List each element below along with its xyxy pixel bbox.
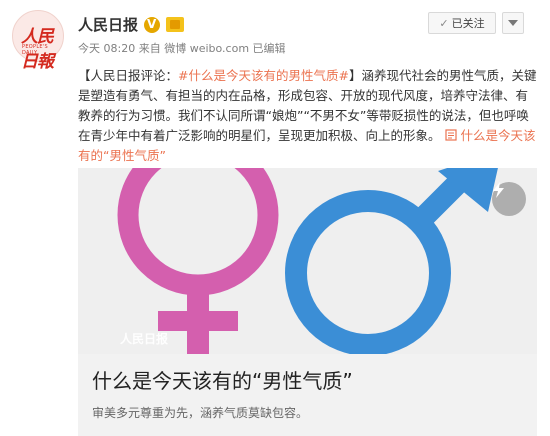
bracket-close: 】 bbox=[348, 68, 362, 83]
check-icon: ✓ bbox=[439, 16, 449, 30]
article-card-title[interactable]: 什么是今天该有的“男性气质” bbox=[92, 365, 353, 394]
lightning-share-icon bbox=[493, 182, 504, 198]
article-card-image[interactable]: 人民日报 bbox=[78, 168, 537, 354]
edited-label: 已编辑 bbox=[252, 42, 286, 55]
article-card-description: 审美多元尊重为先，涵养气质莫缺包容。 bbox=[92, 406, 309, 420]
post-text: 【人民日报评论：#什么是今天该有的男性气质#】涵养现代社会的男性气质，关键是塑造… bbox=[78, 66, 538, 166]
avatar[interactable]: 人民日報 PEOPLE'S DAILY bbox=[12, 10, 64, 72]
image-watermark: 人民日报 bbox=[120, 332, 169, 346]
author-row: 人民日报 bbox=[78, 14, 185, 35]
chevron-down-icon bbox=[508, 20, 518, 26]
follow-label: 已关注 bbox=[451, 17, 485, 30]
bracket-open: 【 bbox=[78, 68, 91, 83]
avatar-logo-subtext: PEOPLE'S DAILY bbox=[22, 44, 49, 56]
post-meta: 今天 08:20 来自 微博 weibo.com 已编辑 bbox=[78, 40, 286, 56]
author-name[interactable]: 人民日报 bbox=[78, 14, 138, 35]
article-link-icon bbox=[444, 129, 457, 141]
post-time[interactable]: 今天 08:20 bbox=[78, 42, 135, 55]
post-source[interactable]: 微博 weibo.com bbox=[164, 42, 249, 55]
hashtag-link[interactable]: #什么是今天该有的男性气质# bbox=[178, 68, 349, 83]
source-prefix: 来自 bbox=[138, 42, 161, 55]
share-button[interactable] bbox=[492, 182, 526, 216]
verified-icon bbox=[144, 16, 161, 33]
more-options-button[interactable] bbox=[502, 12, 524, 34]
member-badge-icon[interactable] bbox=[166, 17, 185, 32]
post-prefix: 人民日报评论： bbox=[90, 68, 179, 83]
article-card[interactable]: 人民日报 什么是今天该有的“男性气质” 审美多元尊重为先，涵养气质莫缺包容。 bbox=[78, 168, 537, 436]
follow-button[interactable]: ✓ 已关注 bbox=[428, 12, 496, 34]
